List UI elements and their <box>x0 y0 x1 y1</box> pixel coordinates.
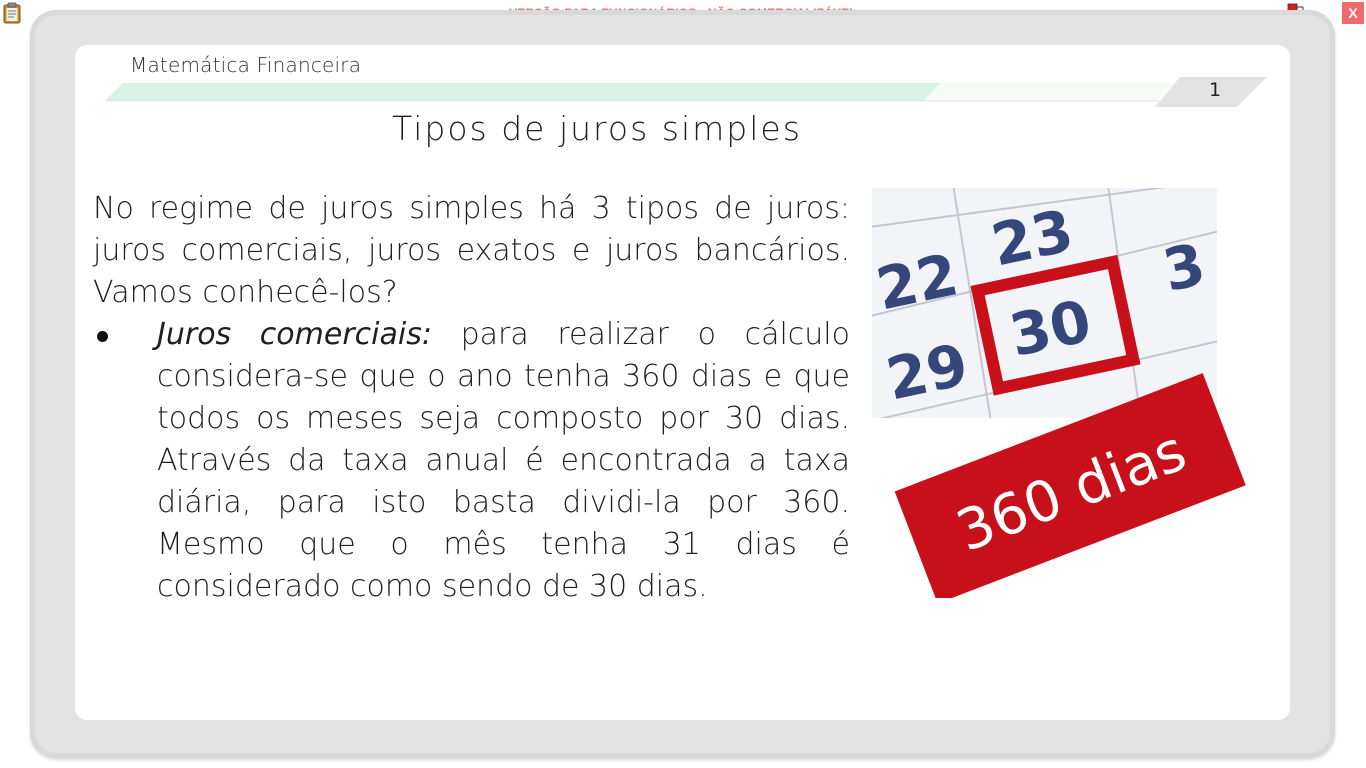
slide: Matemática Financeira 1 Tipos de juros s… <box>75 45 1290 720</box>
bullet-text: para realizar o cálculo considera-se que… <box>157 317 850 604</box>
bullet-icon <box>97 331 108 342</box>
calendar-360-image: 22 23 29 3 30 360 dias <box>872 188 1252 604</box>
slide-body: No regime de juros simples há 3 tipos de… <box>93 188 850 608</box>
subject-label: Matemática Financeira <box>130 53 362 77</box>
intro-paragraph: No regime de juros simples há 3 tipos de… <box>93 191 850 310</box>
page-number: 1 <box>1208 79 1222 101</box>
bullet-item: Juros comerciais: para realizar o cálcul… <box>93 314 850 608</box>
slide-title: Tipos de juros simples <box>392 109 802 148</box>
close-button[interactable]: X <box>1342 2 1364 24</box>
bullet-term: Juros comerciais: <box>157 317 432 352</box>
